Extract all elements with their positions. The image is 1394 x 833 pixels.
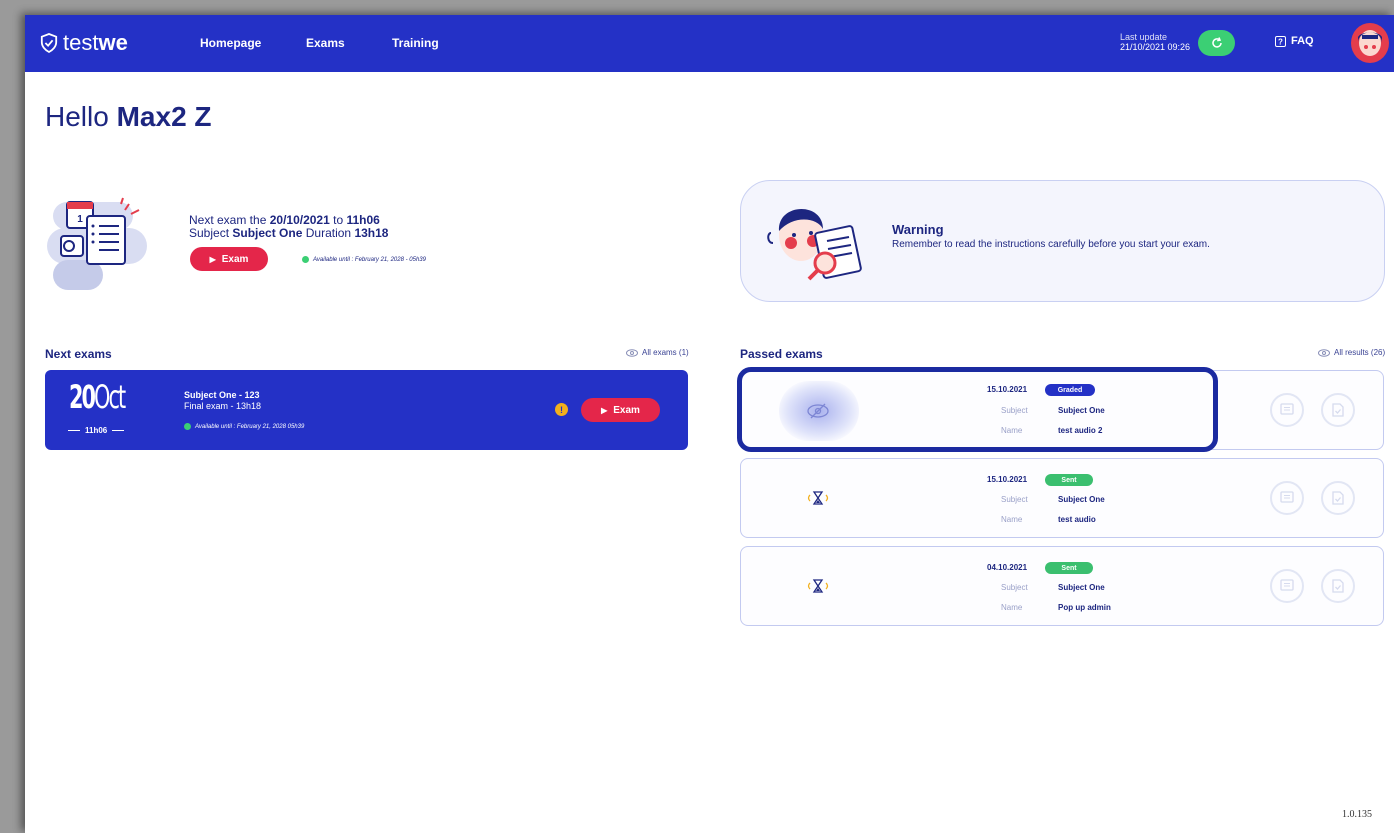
top-navigation-bar: testwe Homepage Exams Training Last upda…	[25, 15, 1394, 72]
page-greeting: Hello Max2 Z	[45, 101, 212, 133]
warning-title: Warning	[892, 222, 944, 237]
next-exam-card-time-row: 11h06	[68, 426, 125, 435]
svg-text:?: ?	[1278, 37, 1283, 46]
app-window: testwe Homepage Exams Training Last upda…	[25, 15, 1394, 833]
passed-exam-date: 04.10.2021	[987, 563, 1028, 572]
status-dot	[302, 256, 309, 263]
status-badge: Sent	[1045, 562, 1093, 574]
document-check-icon	[1332, 491, 1344, 505]
status-dot	[184, 423, 191, 430]
next-exam-card-date: 20Oct	[69, 378, 126, 416]
calendar-document-illustration: 1	[47, 197, 147, 290]
sync-button[interactable]	[1198, 30, 1235, 56]
next-exam-card-exam-button[interactable]: ▶ Exam	[581, 398, 660, 422]
nav-training[interactable]: Training	[392, 36, 439, 50]
svg-text:1: 1	[77, 214, 83, 225]
copy-button[interactable]	[1321, 569, 1355, 603]
all-exams-link-label: All exams (1)	[642, 348, 689, 357]
comment-icon	[1280, 579, 1294, 591]
student-reading-illustration	[767, 208, 862, 281]
next-exam-card-subject: Subject One - 123	[184, 390, 260, 400]
next-exam-card-availability: Available until : February 21, 2028 05h3…	[184, 423, 304, 430]
next-exam-prefix: Next exam the	[189, 213, 267, 227]
next-exam-banner: 1 Next exam the 20/10/2021 to 11h06 Subj…	[47, 180, 727, 310]
next-exam-card-exam-button-label: Exam	[613, 404, 640, 416]
comment-icon	[1280, 403, 1294, 415]
next-exam-time: 11h06	[346, 213, 380, 227]
passed-exam-card[interactable]: 15.10.2021 Sent Subject Subject One Name…	[740, 458, 1384, 538]
name-label: Name	[1001, 603, 1023, 612]
banner-exam-button[interactable]: ▶ Exam	[190, 247, 268, 271]
play-icon: ▶	[209, 254, 216, 264]
passed-exam-card[interactable]: 04.10.2021 Sent Subject Subject One Name…	[740, 546, 1384, 626]
next-exam-card-month: Oct	[94, 378, 126, 416]
app-version: 1.0.135	[1342, 809, 1372, 820]
info-icon[interactable]: !	[555, 403, 568, 416]
passed-exam-name: Pop up admin	[1058, 603, 1111, 612]
all-results-link-label: All results (26)	[1334, 348, 1386, 357]
next-exam-card-name: Final exam - 13h18	[184, 401, 262, 411]
hourglass-icon	[807, 491, 829, 505]
passed-exam-subject: Subject One	[1058, 495, 1105, 504]
faq-label: FAQ	[1291, 35, 1314, 47]
next-exam-date: 20/10/2021	[269, 213, 330, 227]
next-exam-summary: Next exam the 20/10/2021 to 11h06 Subjec…	[189, 214, 388, 240]
greeting-hello: Hello	[45, 101, 109, 132]
selection-highlight	[737, 367, 1218, 452]
passed-exam-subject: Subject One	[1058, 583, 1105, 592]
document-check-icon	[1332, 579, 1344, 593]
passed-exam-name: test audio	[1058, 515, 1096, 524]
feedback-button[interactable]	[1270, 569, 1304, 603]
subject-label: Subject	[1001, 495, 1028, 504]
next-exam-duration: 13h18	[354, 226, 389, 240]
feedback-button[interactable]	[1270, 481, 1304, 515]
greeting-username: Max2 Z	[116, 101, 212, 132]
avatar-face-icon	[1358, 30, 1382, 56]
name-label: Name	[1001, 515, 1023, 524]
shield-check-icon	[40, 33, 58, 53]
all-results-link[interactable]: All results (26)	[1318, 348, 1385, 357]
nav-homepage[interactable]: Homepage	[200, 36, 261, 50]
hourglass-icon	[807, 579, 829, 593]
last-update-value: 21/10/2021 09:26	[1120, 42, 1191, 52]
warning-card: Warning Remember to read the instruction…	[740, 180, 1385, 302]
last-update: Last update 21/10/2021 09:26	[1120, 32, 1190, 52]
banner-availability: Available until : February 21, 2028 - 05…	[302, 256, 426, 263]
logo-text-bold: we	[98, 30, 128, 55]
document-check-icon	[1332, 403, 1344, 417]
faq-link[interactable]: ? FAQ	[1275, 35, 1314, 47]
next-exam-subject-label: Subject	[189, 226, 230, 240]
eye-icon	[626, 348, 638, 357]
testwe-logo[interactable]: testwe	[40, 30, 128, 56]
banner-availability-text: Available until : February 21, 2028 - 05…	[313, 256, 426, 263]
next-exam-card-time: 11h06	[85, 426, 108, 435]
logo-text-light: test	[63, 30, 99, 55]
refresh-icon	[1211, 37, 1222, 48]
passed-exam-date: 15.10.2021	[987, 475, 1028, 484]
subject-label: Subject	[1001, 583, 1028, 592]
next-exams-title: Next exams	[45, 347, 112, 361]
last-update-label: Last update	[1120, 32, 1168, 42]
eye-icon	[1318, 348, 1330, 357]
user-avatar[interactable]	[1351, 23, 1389, 63]
banner-exam-button-label: Exam	[221, 253, 249, 265]
warning-text: Remember to read the instructions carefu…	[892, 239, 1210, 250]
next-exam-duration-label: Duration	[305, 226, 352, 240]
comment-icon	[1280, 491, 1294, 503]
nav-exams[interactable]: Exams	[306, 36, 345, 50]
next-exam-to: to	[333, 213, 344, 227]
next-exam-line2: Subject Subject One Duration 13h18	[189, 227, 388, 240]
question-icon: ?	[1275, 35, 1286, 47]
next-exam-subject: Subject One	[232, 226, 303, 240]
status-badge: Sent	[1045, 474, 1093, 486]
copy-button[interactable]	[1321, 393, 1355, 427]
copy-button[interactable]	[1321, 481, 1355, 515]
next-exam-card[interactable]: 20Oct 11h06 Subject One - 123 Final exam…	[45, 370, 688, 450]
passed-exams-title: Passed exams	[740, 347, 823, 361]
feedback-button[interactable]	[1270, 393, 1304, 427]
all-exams-link[interactable]: All exams (1)	[626, 348, 689, 357]
play-icon: ▶	[601, 405, 608, 415]
next-exam-card-day: 20	[69, 378, 96, 416]
next-exam-card-availability-text: Available until : February 21, 2028 05h3…	[195, 423, 305, 430]
